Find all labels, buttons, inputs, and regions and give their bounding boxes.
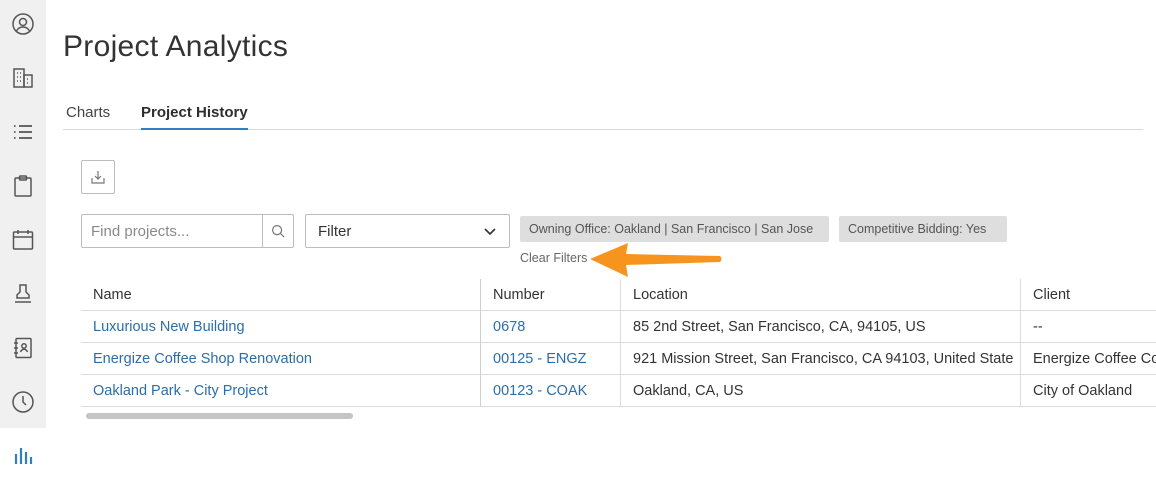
filter-chip-competitive-bidding[interactable]: Competitive Bidding: Yes: [839, 216, 1007, 242]
clipboard-icon[interactable]: [9, 172, 37, 200]
horizontal-scrollbar[interactable]: [86, 413, 353, 419]
filter-chip-owning-office[interactable]: Owning Office: Oakland | San Francisco |…: [520, 216, 829, 242]
table-row: Oakland Park - City Project 00123 - COAK…: [81, 375, 1156, 407]
export-button[interactable]: [81, 160, 115, 194]
annotation-arrow-icon: [590, 243, 722, 277]
table-row: Luxurious New Building 0678 85 2nd Stree…: [81, 311, 1156, 343]
project-client: Energize Coffee Co: [1033, 351, 1156, 367]
column-header-location[interactable]: Location: [621, 279, 1021, 311]
project-location: 85 2nd Street, San Francisco, CA, 94105,…: [621, 311, 1021, 343]
tab-charts[interactable]: Charts: [66, 104, 110, 130]
filter-label: Filter: [318, 222, 352, 240]
search-box: [81, 214, 294, 248]
clear-filters-link[interactable]: Clear Filters: [520, 251, 587, 265]
list-icon[interactable]: [9, 118, 37, 146]
tab-bar: Charts Project History: [63, 98, 1143, 130]
building-icon[interactable]: [9, 64, 37, 92]
project-name-link[interactable]: Oakland Park - City Project: [81, 375, 481, 407]
column-header-number[interactable]: Number: [481, 279, 621, 311]
table-row: Energize Coffee Shop Renovation 00125 - …: [81, 343, 1156, 375]
analytics-icon[interactable]: [9, 442, 37, 470]
table-header-row: Name Number Location Client: [81, 279, 1156, 311]
page-title: Project Analytics: [63, 30, 289, 63]
column-header-client[interactable]: Client: [1021, 279, 1156, 311]
chevron-down-icon: [484, 228, 496, 236]
sidebar-active-item[interactable]: [0, 428, 46, 483]
project-number-link[interactable]: 00123 - COAK: [481, 375, 621, 407]
project-client: --: [1033, 319, 1043, 335]
download-icon: [91, 171, 105, 184]
search-button[interactable]: [262, 215, 293, 247]
project-location: 921 Mission Street, San Francisco, CA 94…: [621, 343, 1021, 375]
calendar-icon[interactable]: [9, 226, 37, 254]
address-book-icon[interactable]: [9, 334, 37, 362]
stamp-icon[interactable]: [9, 280, 37, 308]
project-number-link[interactable]: 0678: [481, 311, 621, 343]
project-name-link[interactable]: Luxurious New Building: [81, 311, 481, 343]
search-input[interactable]: [82, 215, 262, 247]
column-header-name[interactable]: Name: [81, 279, 481, 311]
project-client: City of Oakland: [1033, 383, 1133, 399]
project-location: Oakland, CA, US: [621, 375, 1021, 407]
clock-icon[interactable]: [9, 388, 37, 416]
left-sidebar: [0, 0, 46, 428]
filter-dropdown[interactable]: Filter: [305, 214, 510, 248]
user-icon[interactable]: [9, 10, 37, 38]
projects-table: Name Number Location Client Luxurious Ne…: [81, 279, 1156, 409]
search-icon: [271, 224, 285, 238]
tab-project-history[interactable]: Project History: [141, 104, 248, 130]
project-name-link[interactable]: Energize Coffee Shop Renovation: [81, 343, 481, 375]
project-number-link[interactable]: 00125 - ENGZ: [481, 343, 621, 375]
